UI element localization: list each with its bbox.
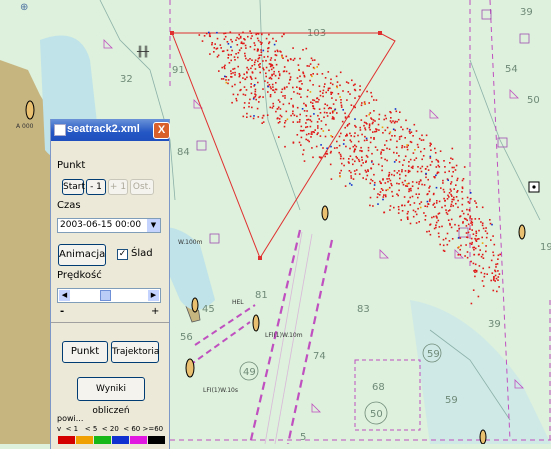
contour-line <box>469 59 541 221</box>
time-select-value: 2003-06-15 00:00 <box>60 220 142 230</box>
depth-label: 74 <box>313 351 326 362</box>
depth-label: 39 <box>488 319 501 330</box>
trail-checkbox[interactable]: ✓ <box>117 249 128 260</box>
anchorage-box <box>354 359 421 431</box>
depth-label: 49 <box>243 367 256 378</box>
depth-label: 81 <box>255 290 268 301</box>
punkt-view-button[interactable]: Punkt <box>62 341 108 363</box>
wreck-icon: ╫╫ <box>136 45 150 58</box>
light-label: LFI(1)W.10s <box>203 387 238 394</box>
app-icon <box>54 124 66 136</box>
depth-label: 5 <box>300 432 306 443</box>
speed-slider[interactable]: ◀ ▶ <box>57 288 161 303</box>
slider-thumb[interactable] <box>100 290 111 301</box>
dialog-title: seatrack2.xml <box>67 123 140 135</box>
close-button[interactable]: X <box>153 122 170 139</box>
depth-label: 84 <box>177 147 190 158</box>
depth-label: 32 <box>120 74 133 85</box>
speed-label: Prędkość <box>57 270 102 281</box>
step-forward-button[interactable]: + 1 <box>108 179 128 195</box>
depth-label: 54 <box>505 64 518 75</box>
waypoint-dot <box>532 185 536 189</box>
compass-rose-icon: ⊕ <box>20 2 28 13</box>
animation-button[interactable]: Animacja <box>58 244 106 266</box>
depth-label: 91 <box>172 65 185 76</box>
speed-min-label: - <box>60 306 65 317</box>
legend-swatch <box>58 436 75 444</box>
contour-line <box>259 0 301 211</box>
legend-title: powi... <box>57 414 84 423</box>
depth-label: 59 <box>427 349 440 360</box>
depth-label: 83 <box>357 304 370 315</box>
last-button[interactable]: Ost. <box>130 179 154 195</box>
light-label: LFl(1)W.10m <box>265 332 303 339</box>
legend-ranges: v < 1 < 5 < 20 < 60 >=60 <box>57 425 164 433</box>
light-label: A 000 <box>16 123 34 130</box>
depth-label: 50 <box>370 409 383 420</box>
legend-swatch <box>148 436 165 444</box>
step-back-button[interactable]: - 1 <box>86 179 106 195</box>
trajectory-view-button[interactable]: Trajektoria <box>111 341 159 363</box>
trail-label: Ślad <box>131 248 153 259</box>
place-label: HEL <box>232 299 244 306</box>
czas-label: Czas <box>57 200 81 211</box>
dialog-titlebar[interactable]: seatrack2.xml X <box>51 119 170 141</box>
polygon-vertex <box>258 256 262 260</box>
depth-label: 59 <box>445 395 458 406</box>
depth-label: 45 <box>202 304 215 315</box>
depth-label: 50 <box>527 95 540 106</box>
traffic-lane-approach <box>189 304 256 366</box>
time-select[interactable]: 2003-06-15 00:00 ▼ <box>57 218 161 233</box>
shallow-water-east <box>410 300 551 444</box>
polygon-vertex <box>378 31 382 35</box>
results-button[interactable]: Wyniki obliczeń <box>77 377 145 416</box>
start-button[interactable]: Start <box>62 179 85 195</box>
traffic-lane-east <box>286 239 334 444</box>
depth-label: 19 <box>540 242 551 253</box>
legend-swatch <box>76 436 93 444</box>
light-label: W.100m <box>178 239 203 246</box>
chevron-down-icon[interactable]: ▼ <box>147 219 160 232</box>
depth-label: 39 <box>520 7 533 18</box>
speed-max-label: + <box>151 306 160 317</box>
chevron-left-icon[interactable]: ◀ <box>59 290 70 301</box>
punkt-label: Punkt <box>57 160 86 171</box>
chevron-right-icon[interactable]: ▶ <box>148 290 159 301</box>
legend-swatch <box>130 436 147 444</box>
depth-label: 68 <box>372 382 385 393</box>
polygon-vertex <box>170 31 174 35</box>
particle-cloud <box>198 30 501 305</box>
legend-swatch <box>94 436 111 444</box>
spill-release-area <box>171 32 396 260</box>
info-boxes <box>196 9 530 244</box>
depth-label: 56 <box>180 332 193 343</box>
divider <box>51 322 169 323</box>
legend-swatch <box>112 436 129 444</box>
